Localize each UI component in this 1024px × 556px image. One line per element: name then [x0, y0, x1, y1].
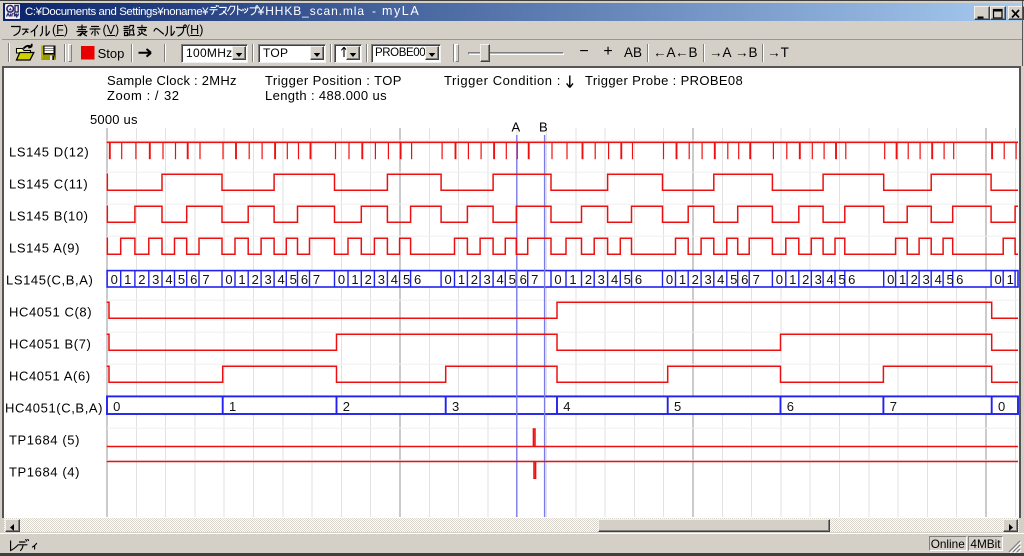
svg-text:1: 1 — [238, 272, 245, 287]
svg-text:LS145(C,B,A): LS145(C,B,A) — [6, 273, 93, 288]
svg-text:Length : 488.000 us: Length : 488.000 us — [265, 88, 387, 103]
svg-text:2: 2 — [343, 399, 350, 414]
svg-text:6: 6 — [520, 272, 527, 287]
svg-text:HC4051 C(8): HC4051 C(8) — [9, 305, 92, 320]
svg-text:4: 4 — [277, 272, 284, 287]
svg-text:4: 4 — [165, 272, 172, 287]
svg-text:5: 5 — [290, 272, 297, 287]
svg-text:0: 0 — [998, 399, 1005, 414]
svg-text:3: 3 — [264, 272, 271, 287]
svg-text:LS145 C(11): LS145 C(11) — [9, 177, 88, 192]
svg-text:2: 2 — [471, 272, 478, 287]
svg-text:1: 1 — [229, 399, 236, 414]
svg-text:7: 7 — [531, 272, 538, 287]
svg-text:6: 6 — [848, 272, 855, 287]
svg-text:6: 6 — [301, 272, 308, 287]
svg-text:LS145 D(12): LS145 D(12) — [9, 145, 89, 160]
svg-text:3: 3 — [815, 272, 822, 287]
svg-text:4: 4 — [826, 272, 833, 287]
svg-text:A: A — [512, 120, 521, 135]
svg-text:0: 0 — [994, 272, 1001, 287]
svg-text:3: 3 — [483, 272, 490, 287]
svg-text:5: 5 — [178, 272, 185, 287]
svg-text:Trigger Probe : PROBE08: Trigger Probe : PROBE08 — [585, 73, 743, 88]
svg-text:3: 3 — [598, 272, 605, 287]
svg-text:3: 3 — [704, 272, 711, 287]
svg-text:0: 0 — [666, 272, 673, 287]
svg-text:4: 4 — [391, 272, 398, 287]
svg-text:1: 1 — [1007, 272, 1014, 287]
svg-text:5: 5 — [509, 272, 516, 287]
svg-text:TP1684 (4): TP1684 (4) — [9, 465, 80, 480]
svg-text:0: 0 — [113, 399, 120, 414]
svg-text:32: 32 — [164, 88, 179, 103]
svg-text:6: 6 — [956, 272, 963, 287]
svg-text:Trigger Position : TOP: Trigger Position : TOP — [265, 73, 402, 88]
svg-text:4: 4 — [717, 272, 724, 287]
svg-text:0: 0 — [111, 272, 118, 287]
svg-text:4: 4 — [496, 272, 503, 287]
svg-text:4: 4 — [563, 399, 570, 414]
svg-text:3: 3 — [452, 399, 459, 414]
svg-text:6: 6 — [635, 272, 642, 287]
svg-text:3: 3 — [152, 272, 159, 287]
svg-text:HC4051 A(6): HC4051 A(6) — [9, 369, 91, 384]
svg-text:7: 7 — [753, 272, 760, 287]
svg-text:3: 3 — [378, 272, 385, 287]
svg-text:1: 1 — [458, 272, 465, 287]
svg-text:2: 2 — [692, 272, 699, 287]
svg-text:2: 2 — [802, 272, 809, 287]
svg-text:1: 1 — [351, 272, 358, 287]
svg-text:7: 7 — [890, 399, 897, 414]
svg-text:Sample Clock : 2MHz: Sample Clock : 2MHz — [107, 73, 237, 88]
svg-text:0: 0 — [444, 272, 451, 287]
svg-text:2: 2 — [252, 272, 259, 287]
svg-text:5000 us: 5000 us — [90, 112, 138, 127]
svg-text:5: 5 — [624, 272, 631, 287]
svg-text:1: 1 — [569, 272, 576, 287]
svg-text:2: 2 — [585, 272, 592, 287]
svg-text:5: 5 — [674, 399, 681, 414]
svg-text:2: 2 — [365, 272, 372, 287]
svg-text:6: 6 — [190, 272, 197, 287]
svg-text:4: 4 — [611, 272, 618, 287]
svg-text:1: 1 — [679, 272, 686, 287]
svg-text:2: 2 — [138, 272, 145, 287]
svg-text:5: 5 — [403, 272, 410, 287]
svg-text:5: 5 — [838, 272, 845, 287]
svg-text:4: 4 — [935, 272, 942, 287]
svg-text:0: 0 — [338, 272, 345, 287]
svg-text:0: 0 — [225, 272, 232, 287]
svg-text:3: 3 — [922, 272, 929, 287]
svg-text:LS145 B(10): LS145 B(10) — [9, 209, 89, 224]
svg-text:LS145 A(9): LS145 A(9) — [9, 241, 80, 256]
svg-text:7: 7 — [313, 272, 320, 287]
svg-text:1: 1 — [789, 272, 796, 287]
svg-text:Zoom : /: Zoom : / — [107, 88, 159, 103]
svg-text:6: 6 — [787, 399, 794, 414]
svg-text:0: 0 — [554, 272, 561, 287]
svg-text:5: 5 — [946, 272, 953, 287]
svg-text:6: 6 — [414, 272, 421, 287]
svg-text:Trigger Condition :: Trigger Condition : — [444, 73, 561, 88]
svg-text:HC4051(C,B,A): HC4051(C,B,A) — [5, 401, 103, 416]
svg-text:7: 7 — [202, 272, 209, 287]
svg-text:0: 0 — [887, 272, 894, 287]
svg-text:TP1684 (5): TP1684 (5) — [9, 433, 80, 448]
svg-text:2: 2 — [911, 272, 918, 287]
svg-text:1: 1 — [899, 272, 906, 287]
svg-text:1: 1 — [124, 272, 131, 287]
svg-text:6: 6 — [741, 272, 748, 287]
svg-text:5: 5 — [730, 272, 737, 287]
svg-text:B: B — [539, 120, 548, 135]
svg-text:HC4051 B(7): HC4051 B(7) — [9, 337, 91, 352]
svg-text:0: 0 — [776, 272, 783, 287]
